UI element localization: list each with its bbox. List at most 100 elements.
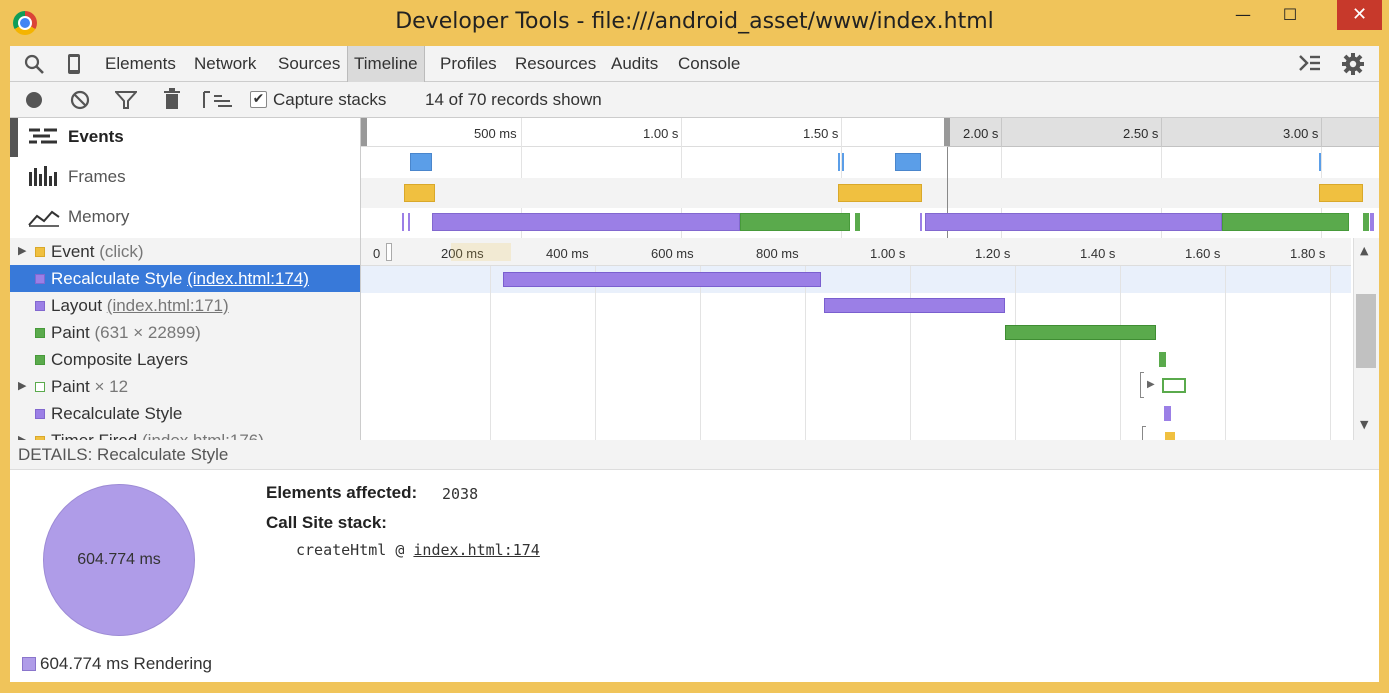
range-left-handle[interactable]	[361, 118, 367, 146]
memory-icon	[28, 204, 60, 234]
records-tick: 1.80 s	[1290, 246, 1326, 261]
overview-modes: Events Frames Memory	[10, 118, 361, 238]
record-label: Composite Layers	[51, 350, 189, 369]
overview-frames-item[interactable]: Frames	[10, 158, 361, 197]
layout-bar[interactable]	[824, 298, 1005, 313]
minimize-button[interactable]: —	[1228, 0, 1258, 30]
overview-rendering-bar	[432, 213, 740, 231]
group-expand-icon[interactable]: ▶	[1147, 379, 1155, 390]
overview-tick: 1.50 s	[803, 126, 839, 141]
record-source-link[interactable]: (index.html:174)	[187, 269, 309, 288]
record-row-recalculate-style[interactable]: Recalculate Style	[10, 400, 360, 427]
call-site-function: createHtml @	[296, 541, 414, 559]
tab-sources[interactable]: Sources	[278, 46, 340, 82]
timer-fired-bar[interactable]	[1165, 432, 1175, 440]
records-tick: 800 ms	[756, 246, 799, 261]
record-row-recalculate-style-selected[interactable]: Recalculate Style (index.html:174)	[10, 265, 360, 292]
record-label: Layout	[51, 296, 103, 315]
overview-events-label: Events	[68, 127, 124, 146]
overview-loading-bar	[838, 153, 840, 171]
expand-arrow-icon[interactable]: ▶	[18, 427, 26, 440]
close-button[interactable]: ✕	[1337, 0, 1382, 30]
devtools-window: Developer Tools - file:///android_asset/…	[0, 0, 1389, 693]
timeline-overview: Events Frames Memory 500 ms 1.00 s 1.50 …	[10, 118, 1379, 238]
range-right-handle[interactable]	[944, 118, 950, 146]
grid-line	[595, 266, 596, 440]
flame-chart-toggle-icon[interactable]	[202, 90, 234, 115]
capture-stacks-label: Capture stacks	[273, 90, 387, 109]
trash-icon[interactable]	[163, 88, 181, 115]
records-timeline[interactable]: 0 200 ms 400 ms 600 ms 800 ms 1.00 s 1.2…	[361, 238, 1379, 440]
tab-elements[interactable]: Elements	[105, 46, 176, 82]
record-row-paint[interactable]: Paint (631 × 22899)	[10, 319, 360, 346]
overview-frames-label: Frames	[68, 167, 126, 186]
records-ruler: 0 200 ms 400 ms 600 ms 800 ms 1.00 s 1.2…	[361, 238, 1351, 266]
details-header: DETAILS: Recalculate Style	[10, 440, 1379, 470]
panel-tab-bar: Elements Network Sources Timeline Profil…	[10, 46, 1379, 82]
scrollbar-thumb[interactable]	[1356, 294, 1376, 368]
scroll-down-icon[interactable]: ▼	[1360, 418, 1368, 431]
record-row-composite-layers[interactable]: Composite Layers	[10, 346, 360, 373]
elements-affected-label: Elements affected:	[266, 483, 418, 502]
overview-tick: 500 ms	[474, 126, 517, 141]
overview-memory-item[interactable]: Memory	[10, 198, 361, 237]
call-site-link[interactable]: index.html:174	[413, 541, 539, 559]
overview-events-item[interactable]: Events	[10, 118, 361, 157]
record-row-paint-group[interactable]: ▶ Paint × 12	[10, 373, 360, 400]
recalculate-style-bar[interactable]	[503, 272, 821, 287]
drawer-toggle-icon[interactable]	[1298, 52, 1322, 79]
overview-painting-bar	[1363, 213, 1369, 231]
record-row-layout[interactable]: Layout (index.html:171)	[10, 292, 360, 319]
tab-profiles[interactable]: Profiles	[440, 46, 497, 82]
rendering-swatch-icon	[35, 301, 45, 311]
filter-icon[interactable]	[113, 90, 139, 115]
record-detail: (631 × 22899)	[94, 323, 201, 342]
tab-network[interactable]: Network	[194, 46, 256, 82]
tab-audits[interactable]: Audits	[611, 46, 658, 82]
grid-line	[700, 266, 701, 440]
timeline-records-area: ▶ Event (click) Recalculate Style (index…	[10, 238, 1379, 440]
record-source-link[interactable]: (index.html:176)	[142, 431, 264, 440]
maximize-button[interactable]: ☐	[1275, 0, 1305, 30]
overview-graph[interactable]: 500 ms 1.00 s 1.50 s 2.00 s 2.50 s 3.00 …	[361, 118, 1379, 238]
range-marker	[386, 243, 392, 261]
scroll-up-icon[interactable]: ▲	[1360, 244, 1368, 257]
rendering-swatch-icon	[35, 409, 45, 419]
overview-painting-bar	[855, 213, 860, 231]
expand-arrow-icon[interactable]: ▶	[18, 373, 26, 400]
tab-console[interactable]: Console	[678, 46, 740, 82]
legend-text: 604.774 ms Rendering	[40, 654, 213, 673]
record-icon[interactable]	[24, 90, 44, 115]
records-shown-count: 14 of 70 records shown	[425, 90, 602, 109]
capture-stacks-checkbox[interactable]: ✔	[250, 91, 267, 108]
settings-gear-icon[interactable]	[1341, 52, 1365, 81]
overview-loading-bar	[842, 153, 844, 171]
overview-scripting-bar	[838, 184, 922, 202]
records-scrollbar[interactable]: ▲ ▼	[1353, 238, 1379, 440]
paint-bar[interactable]	[1005, 325, 1156, 340]
paint-group-bar[interactable]	[1162, 378, 1186, 393]
record-row-timer-fired[interactable]: ▶ Timer Fired (index.html:176)	[10, 427, 360, 440]
overview-painting-bar	[740, 213, 850, 231]
composite-layers-bar[interactable]	[1159, 352, 1166, 367]
clear-icon[interactable]	[70, 90, 90, 115]
call-site-entry: createHtml @ index.html:174	[296, 541, 540, 559]
overview-rendering-bar	[925, 213, 1222, 231]
overview-scripting-bar	[1319, 184, 1363, 202]
grid-line	[1225, 266, 1226, 440]
group-bracket	[1142, 426, 1146, 440]
record-row-event[interactable]: ▶ Event (click)	[10, 238, 360, 265]
details-legend: 604.774 ms Rendering	[22, 654, 212, 674]
record-source-link[interactable]: (index.html:171)	[107, 296, 229, 315]
tab-resources[interactable]: Resources	[515, 46, 596, 82]
grid-line	[490, 266, 491, 440]
search-icon[interactable]	[23, 53, 45, 80]
painting-swatch-icon	[35, 328, 45, 338]
device-mode-icon[interactable]	[66, 53, 82, 80]
recalculate-style-small-bar[interactable]	[1164, 406, 1171, 421]
records-tick: 600 ms	[651, 246, 694, 261]
grid-line	[1330, 266, 1331, 440]
expand-arrow-icon[interactable]: ▶	[18, 238, 26, 265]
tab-timeline[interactable]: Timeline	[347, 46, 425, 82]
scripting-swatch-icon	[35, 247, 45, 257]
